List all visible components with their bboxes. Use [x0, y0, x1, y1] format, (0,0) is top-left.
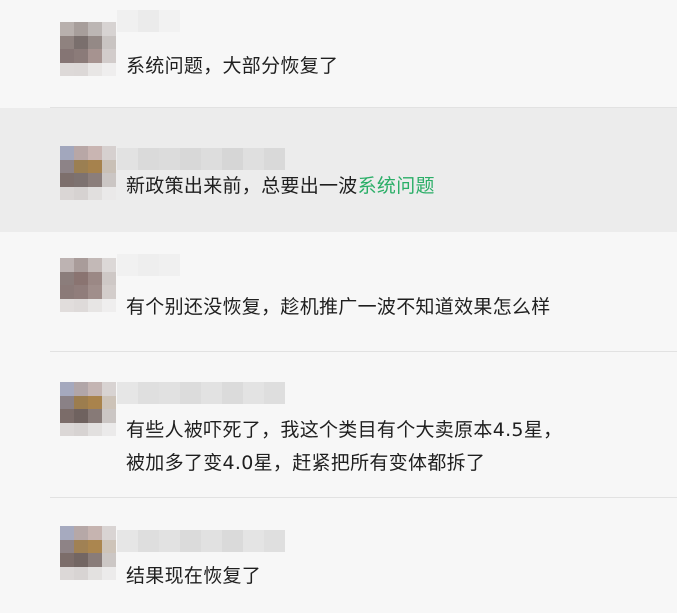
avatar[interactable]	[60, 146, 116, 200]
comment-text: 有些人被吓死了，我这个类目有个大卖原本4.5星， 被加多了变4.0星，赶紧把所有…	[126, 414, 657, 480]
comment-text-content: 有个别还没恢复，趁机推广一波不知道效果怎么样	[126, 296, 551, 318]
comment-text: 系统问题，大部分恢复了	[126, 50, 657, 83]
comment-text-line: 被加多了变4.0星，赶紧把所有变体都拆了	[126, 452, 486, 474]
comment-feed: 系统问题，大部分恢复了 新政策出来前，总要出一波系统问题 有个别还没恢复，趁机推…	[0, 0, 677, 613]
comment-text-line: 有些人被吓死了，我这个类目有个大卖原本4.5星，	[126, 419, 563, 441]
username[interactable]	[117, 382, 285, 404]
comment-item[interactable]: 有些人被吓死了，我这个类目有个大卖原本4.5星， 被加多了变4.0星，赶紧把所有…	[0, 352, 677, 498]
username[interactable]	[117, 254, 180, 276]
keyword-link[interactable]: 系统问题	[358, 175, 435, 197]
username[interactable]	[117, 148, 285, 170]
comment-text-content: 系统问题，大部分恢复了	[126, 55, 339, 77]
comment-text: 结果现在恢复了	[126, 560, 657, 593]
comment-item[interactable]: 结果现在恢复了	[0, 498, 677, 613]
comment-text-content: 结果现在恢复了	[126, 565, 262, 587]
avatar[interactable]	[60, 22, 116, 76]
comment-item[interactable]: 新政策出来前，总要出一波系统问题	[0, 108, 677, 232]
avatar[interactable]	[60, 258, 116, 312]
avatar[interactable]	[60, 382, 116, 436]
comment-text-content: 新政策出来前，总要出一波	[126, 175, 358, 197]
username[interactable]	[117, 10, 180, 32]
comment-text: 新政策出来前，总要出一波系统问题	[126, 170, 657, 203]
comment-item[interactable]: 系统问题，大部分恢复了	[0, 0, 677, 108]
comment-text: 有个别还没恢复，趁机推广一波不知道效果怎么样	[126, 291, 657, 324]
comment-item[interactable]: 有个别还没恢复，趁机推广一波不知道效果怎么样	[0, 232, 677, 352]
avatar[interactable]	[60, 526, 116, 580]
username[interactable]	[117, 530, 285, 552]
